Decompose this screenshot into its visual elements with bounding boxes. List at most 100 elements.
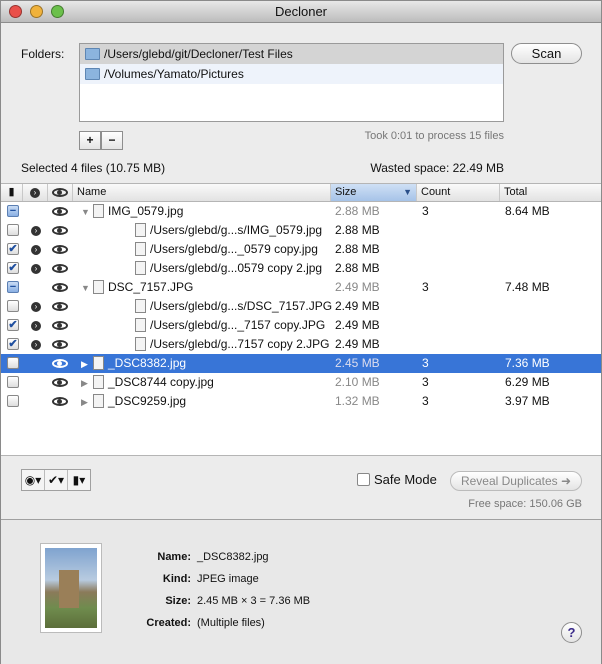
- preview-column-header[interactable]: [48, 184, 73, 201]
- name-cell: /Users/glebd/g...7157 copy 2.JPG: [135, 335, 329, 354]
- size-cell: 1.32 MB: [335, 394, 380, 408]
- file-name: IMG_0579.jpg: [108, 204, 184, 218]
- close-button[interactable]: [9, 5, 22, 18]
- preview-eye-icon[interactable]: [52, 397, 68, 406]
- select-checkbox[interactable]: [7, 224, 19, 236]
- created-value: (Multiple files): [197, 617, 265, 629]
- table-row[interactable]: ✔ › /Users/glebd/g...7157 copy 2.JPG 2.49 M…: [1, 335, 601, 354]
- preview-eye-icon[interactable]: [52, 207, 68, 216]
- file-icon: [93, 204, 104, 218]
- disclosure-collapsed-icon[interactable]: ▶: [81, 374, 93, 393]
- table-row[interactable]: › /Users/glebd/g...s/DSC_7157.JPG 2.49 MB: [1, 297, 601, 316]
- folder-path: /Users/glebd/git/Decloner/Test Files: [104, 47, 293, 61]
- size-cell: 2.49 MB: [335, 318, 380, 332]
- table-row[interactable]: ✔ › /Users/glebd/g...0579 copy 2.jpg 2.88 M…: [1, 259, 601, 278]
- size-cell: 2.45 MB: [335, 356, 380, 370]
- name-column-header[interactable]: Name: [73, 184, 331, 201]
- select-checkbox[interactable]: −: [7, 281, 19, 293]
- reveal-arrow-icon[interactable]: ›: [31, 340, 41, 350]
- reveal-arrow-icon[interactable]: ›: [31, 321, 41, 331]
- file-name: /Users/glebd/g..._0579 copy.jpg: [150, 242, 318, 256]
- table-row[interactable]: ▶ _DSC9259.jpg 1.32 MB 3 3.97 MB: [1, 392, 601, 411]
- table-row[interactable]: ✔ › /Users/glebd/g..._0579 copy.jpg 2.88 MB: [1, 240, 601, 259]
- safe-mode-checkbox[interactable]: [357, 473, 370, 486]
- decloner-window: Decloner Folders: /Users/glebd/git/Declo…: [0, 0, 602, 664]
- file-name: /Users/glebd/g...7157 copy 2.JPG: [150, 337, 330, 351]
- preview-eye-icon[interactable]: [52, 340, 68, 349]
- trash-menu-icon: ▮▾: [72, 473, 86, 487]
- preview-eye-icon[interactable]: [52, 378, 68, 387]
- table-row[interactable]: ▶ _DSC8382.jpg 2.45 MB 3 7.36 MB: [1, 354, 601, 373]
- preview-eye-icon[interactable]: [52, 245, 68, 254]
- free-space: Free space: 150.06 GB: [468, 498, 582, 510]
- size-cell: 2.88 MB: [335, 223, 380, 237]
- total-cell: 6.29 MB: [505, 375, 550, 389]
- trash-column-header[interactable]: ▮: [1, 184, 23, 201]
- created-label: Created:: [146, 617, 191, 629]
- file-icon: [135, 242, 146, 256]
- process-status: Took 0:01 to process 15 files: [364, 130, 504, 142]
- preview-eye-icon[interactable]: [52, 359, 68, 368]
- check-menu-button[interactable]: ✔▾: [45, 470, 68, 490]
- reveal-column-header[interactable]: ›: [23, 184, 48, 201]
- reveal-arrow-icon[interactable]: ›: [31, 226, 41, 236]
- reveal-arrow-icon[interactable]: ›: [31, 264, 41, 274]
- folder-icon: [85, 68, 100, 80]
- preview-eye-icon[interactable]: [52, 321, 68, 330]
- select-checkbox[interactable]: −: [7, 205, 19, 217]
- reveal-arrow-icon[interactable]: ›: [31, 302, 41, 312]
- folder-icon: [85, 48, 100, 60]
- reveal-arrow-icon[interactable]: ›: [31, 245, 41, 255]
- size-cell: 2.49 MB: [335, 337, 380, 351]
- preview-menu-button[interactable]: ◉▾: [22, 470, 45, 490]
- table-row[interactable]: › /Users/glebd/g...s/IMG_0579.jpg 2.88 MB: [1, 221, 601, 240]
- title-bar: Decloner: [1, 1, 601, 23]
- add-folder-button[interactable]: +: [79, 131, 101, 150]
- reveal-duplicates-button[interactable]: Reveal Duplicates ➜: [450, 471, 582, 491]
- disclosure-expanded-icon[interactable]: ▼: [81, 279, 93, 298]
- folders-label: Folders:: [21, 47, 65, 61]
- disclosure-collapsed-icon[interactable]: ▶: [81, 393, 93, 412]
- table-row[interactable]: − ▼ IMG_0579.jpg 2.88 MB 3 8.64 MB: [1, 202, 601, 221]
- kind-value: JPEG image: [197, 573, 259, 585]
- preview-eye-icon[interactable]: [52, 226, 68, 235]
- total-column-header[interactable]: Total: [500, 184, 601, 201]
- preview-eye-icon[interactable]: [52, 302, 68, 311]
- preview-eye-icon[interactable]: [52, 264, 68, 273]
- disclosure-collapsed-icon[interactable]: ▶: [81, 355, 93, 374]
- file-icon: [93, 394, 104, 408]
- file-icon: [93, 356, 104, 370]
- name-cell: /Users/glebd/g...0579 copy 2.jpg: [135, 259, 322, 278]
- minimize-button[interactable]: [30, 5, 43, 18]
- table-row[interactable]: ▶ _DSC8744 copy.jpg 2.10 MB 3 6.29 MB: [1, 373, 601, 392]
- select-checkbox[interactable]: ✔: [7, 319, 19, 331]
- scan-button[interactable]: Scan: [511, 43, 582, 64]
- zoom-button[interactable]: [51, 5, 64, 18]
- disclosure-expanded-icon[interactable]: ▼: [81, 203, 93, 222]
- preview-eye-icon[interactable]: [52, 283, 68, 292]
- image-thumbnail: [40, 543, 102, 633]
- size-column-header[interactable]: Size ▼: [331, 184, 417, 201]
- name-value: _DSC8382.jpg: [197, 551, 269, 563]
- duplicates-table: ▮ › Name Size ▼ Count Total − ▼ IMG_0579.jp…: [1, 183, 601, 456]
- folder-item[interactable]: /Volumes/Yamato/Pictures: [80, 64, 503, 84]
- select-checkbox[interactable]: ✔: [7, 338, 19, 350]
- select-checkbox[interactable]: [7, 357, 19, 369]
- folders-list[interactable]: /Users/glebd/git/Decloner/Test Files /Vo…: [79, 43, 504, 122]
- select-checkbox[interactable]: [7, 376, 19, 388]
- table-row[interactable]: ✔ › /Users/glebd/g..._7157 copy.JPG 2.49 MB: [1, 316, 601, 335]
- count-column-header[interactable]: Count: [417, 184, 500, 201]
- table-row[interactable]: − ▼ DSC_7157.JPG 2.49 MB 3 7.48 MB: [1, 278, 601, 297]
- total-cell: 7.48 MB: [505, 280, 550, 294]
- trash-menu-button[interactable]: ▮▾: [68, 470, 90, 490]
- folder-item[interactable]: /Users/glebd/git/Decloner/Test Files: [80, 44, 503, 64]
- select-checkbox[interactable]: ✔: [7, 262, 19, 274]
- file-name: DSC_7157.JPG: [108, 280, 194, 294]
- select-checkbox[interactable]: [7, 300, 19, 312]
- size-label: Size:: [165, 595, 191, 607]
- select-checkbox[interactable]: [7, 395, 19, 407]
- help-button[interactable]: ?: [561, 622, 582, 643]
- remove-folder-button[interactable]: −: [101, 131, 123, 150]
- count-cell: 3: [422, 280, 429, 294]
- select-checkbox[interactable]: ✔: [7, 243, 19, 255]
